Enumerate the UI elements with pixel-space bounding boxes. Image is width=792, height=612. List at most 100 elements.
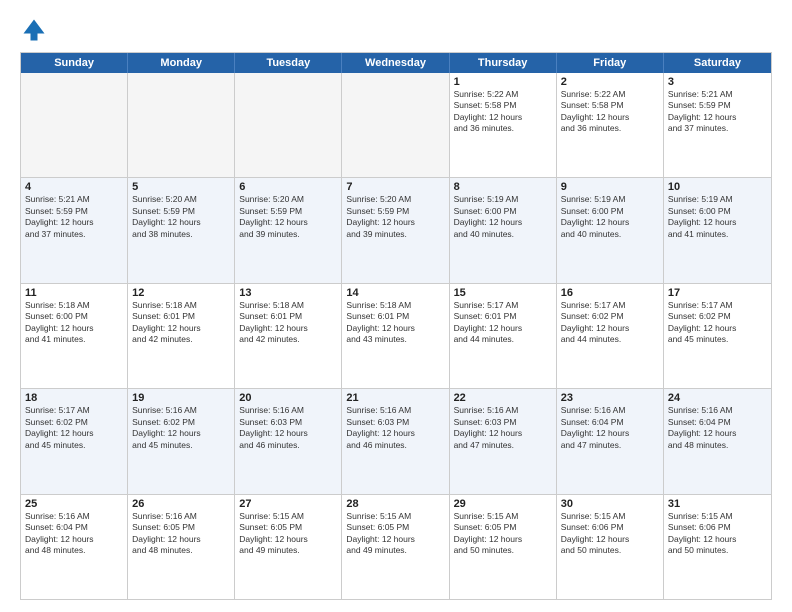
day-cell-28: 28Sunrise: 5:15 AMSunset: 6:05 PMDayligh…	[342, 495, 449, 599]
day-cell-7: 7Sunrise: 5:20 AMSunset: 5:59 PMDaylight…	[342, 178, 449, 282]
cell-info: Sunrise: 5:21 AMSunset: 5:59 PMDaylight:…	[668, 89, 767, 135]
empty-cell	[235, 73, 342, 177]
cell-info: Sunrise: 5:16 AMSunset: 6:04 PMDaylight:…	[668, 405, 767, 451]
cell-info: Sunrise: 5:16 AMSunset: 6:04 PMDaylight:…	[561, 405, 659, 451]
day-cell-12: 12Sunrise: 5:18 AMSunset: 6:01 PMDayligh…	[128, 284, 235, 388]
logo-icon	[20, 16, 48, 44]
day-cell-27: 27Sunrise: 5:15 AMSunset: 6:05 PMDayligh…	[235, 495, 342, 599]
calendar-header-row: SundayMondayTuesdayWednesdayThursdayFrid…	[21, 53, 771, 73]
day-cell-11: 11Sunrise: 5:18 AMSunset: 6:00 PMDayligh…	[21, 284, 128, 388]
cell-info: Sunrise: 5:15 AMSunset: 6:06 PMDaylight:…	[561, 511, 659, 557]
day-cell-8: 8Sunrise: 5:19 AMSunset: 6:00 PMDaylight…	[450, 178, 557, 282]
day-number: 10	[668, 181, 767, 193]
day-cell-15: 15Sunrise: 5:17 AMSunset: 6:01 PMDayligh…	[450, 284, 557, 388]
day-number: 29	[454, 498, 552, 510]
day-number: 31	[668, 498, 767, 510]
day-cell-25: 25Sunrise: 5:16 AMSunset: 6:04 PMDayligh…	[21, 495, 128, 599]
cell-info: Sunrise: 5:15 AMSunset: 6:06 PMDaylight:…	[668, 511, 767, 557]
cell-info: Sunrise: 5:16 AMSunset: 6:03 PMDaylight:…	[346, 405, 444, 451]
day-header-thursday: Thursday	[450, 53, 557, 73]
day-header-sunday: Sunday	[21, 53, 128, 73]
day-number: 8	[454, 181, 552, 193]
calendar-body: 1Sunrise: 5:22 AMSunset: 5:58 PMDaylight…	[21, 73, 771, 599]
day-number: 30	[561, 498, 659, 510]
cell-info: Sunrise: 5:16 AMSunset: 6:04 PMDaylight:…	[25, 511, 123, 557]
empty-cell	[128, 73, 235, 177]
day-number: 19	[132, 392, 230, 404]
cell-info: Sunrise: 5:16 AMSunset: 6:03 PMDaylight:…	[454, 405, 552, 451]
day-number: 16	[561, 287, 659, 299]
day-number: 4	[25, 181, 123, 193]
day-number: 6	[239, 181, 337, 193]
day-cell-16: 16Sunrise: 5:17 AMSunset: 6:02 PMDayligh…	[557, 284, 664, 388]
cell-info: Sunrise: 5:16 AMSunset: 6:03 PMDaylight:…	[239, 405, 337, 451]
day-number: 7	[346, 181, 444, 193]
day-cell-10: 10Sunrise: 5:19 AMSunset: 6:00 PMDayligh…	[664, 178, 771, 282]
cell-info: Sunrise: 5:16 AMSunset: 6:02 PMDaylight:…	[132, 405, 230, 451]
day-cell-30: 30Sunrise: 5:15 AMSunset: 6:06 PMDayligh…	[557, 495, 664, 599]
day-cell-13: 13Sunrise: 5:18 AMSunset: 6:01 PMDayligh…	[235, 284, 342, 388]
day-cell-22: 22Sunrise: 5:16 AMSunset: 6:03 PMDayligh…	[450, 389, 557, 493]
day-number: 28	[346, 498, 444, 510]
cell-info: Sunrise: 5:18 AMSunset: 6:00 PMDaylight:…	[25, 300, 123, 346]
day-number: 13	[239, 287, 337, 299]
cell-info: Sunrise: 5:15 AMSunset: 6:05 PMDaylight:…	[346, 511, 444, 557]
day-cell-23: 23Sunrise: 5:16 AMSunset: 6:04 PMDayligh…	[557, 389, 664, 493]
day-cell-3: 3Sunrise: 5:21 AMSunset: 5:59 PMDaylight…	[664, 73, 771, 177]
day-number: 22	[454, 392, 552, 404]
day-number: 12	[132, 287, 230, 299]
day-cell-19: 19Sunrise: 5:16 AMSunset: 6:02 PMDayligh…	[128, 389, 235, 493]
day-cell-2: 2Sunrise: 5:22 AMSunset: 5:58 PMDaylight…	[557, 73, 664, 177]
day-cell-4: 4Sunrise: 5:21 AMSunset: 5:59 PMDaylight…	[21, 178, 128, 282]
cell-info: Sunrise: 5:20 AMSunset: 5:59 PMDaylight:…	[239, 194, 337, 240]
day-cell-21: 21Sunrise: 5:16 AMSunset: 6:03 PMDayligh…	[342, 389, 449, 493]
day-number: 26	[132, 498, 230, 510]
week-row-4: 18Sunrise: 5:17 AMSunset: 6:02 PMDayligh…	[21, 389, 771, 494]
day-number: 2	[561, 76, 659, 88]
cell-info: Sunrise: 5:18 AMSunset: 6:01 PMDaylight:…	[132, 300, 230, 346]
day-number: 15	[454, 287, 552, 299]
empty-cell	[21, 73, 128, 177]
day-cell-26: 26Sunrise: 5:16 AMSunset: 6:05 PMDayligh…	[128, 495, 235, 599]
cell-info: Sunrise: 5:21 AMSunset: 5:59 PMDaylight:…	[25, 194, 123, 240]
cell-info: Sunrise: 5:22 AMSunset: 5:58 PMDaylight:…	[561, 89, 659, 135]
day-number: 1	[454, 76, 552, 88]
cell-info: Sunrise: 5:17 AMSunset: 6:02 PMDaylight:…	[668, 300, 767, 346]
day-header-tuesday: Tuesday	[235, 53, 342, 73]
day-number: 17	[668, 287, 767, 299]
cell-info: Sunrise: 5:17 AMSunset: 6:02 PMDaylight:…	[25, 405, 123, 451]
day-cell-18: 18Sunrise: 5:17 AMSunset: 6:02 PMDayligh…	[21, 389, 128, 493]
header	[20, 16, 772, 44]
cell-info: Sunrise: 5:16 AMSunset: 6:05 PMDaylight:…	[132, 511, 230, 557]
cell-info: Sunrise: 5:19 AMSunset: 6:00 PMDaylight:…	[454, 194, 552, 240]
week-row-5: 25Sunrise: 5:16 AMSunset: 6:04 PMDayligh…	[21, 495, 771, 599]
page: SundayMondayTuesdayWednesdayThursdayFrid…	[0, 0, 792, 612]
day-number: 18	[25, 392, 123, 404]
day-number: 21	[346, 392, 444, 404]
cell-info: Sunrise: 5:20 AMSunset: 5:59 PMDaylight:…	[346, 194, 444, 240]
day-number: 25	[25, 498, 123, 510]
calendar: SundayMondayTuesdayWednesdayThursdayFrid…	[20, 52, 772, 600]
day-number: 14	[346, 287, 444, 299]
day-cell-6: 6Sunrise: 5:20 AMSunset: 5:59 PMDaylight…	[235, 178, 342, 282]
week-row-3: 11Sunrise: 5:18 AMSunset: 6:00 PMDayligh…	[21, 284, 771, 389]
day-header-friday: Friday	[557, 53, 664, 73]
cell-info: Sunrise: 5:17 AMSunset: 6:01 PMDaylight:…	[454, 300, 552, 346]
day-cell-24: 24Sunrise: 5:16 AMSunset: 6:04 PMDayligh…	[664, 389, 771, 493]
day-number: 23	[561, 392, 659, 404]
day-number: 20	[239, 392, 337, 404]
cell-info: Sunrise: 5:15 AMSunset: 6:05 PMDaylight:…	[239, 511, 337, 557]
day-number: 5	[132, 181, 230, 193]
cell-info: Sunrise: 5:20 AMSunset: 5:59 PMDaylight:…	[132, 194, 230, 240]
day-number: 11	[25, 287, 123, 299]
cell-info: Sunrise: 5:22 AMSunset: 5:58 PMDaylight:…	[454, 89, 552, 135]
day-number: 27	[239, 498, 337, 510]
day-header-saturday: Saturday	[664, 53, 771, 73]
cell-info: Sunrise: 5:19 AMSunset: 6:00 PMDaylight:…	[668, 194, 767, 240]
day-number: 3	[668, 76, 767, 88]
day-number: 24	[668, 392, 767, 404]
cell-info: Sunrise: 5:15 AMSunset: 6:05 PMDaylight:…	[454, 511, 552, 557]
day-cell-1: 1Sunrise: 5:22 AMSunset: 5:58 PMDaylight…	[450, 73, 557, 177]
empty-cell	[342, 73, 449, 177]
week-row-1: 1Sunrise: 5:22 AMSunset: 5:58 PMDaylight…	[21, 73, 771, 178]
